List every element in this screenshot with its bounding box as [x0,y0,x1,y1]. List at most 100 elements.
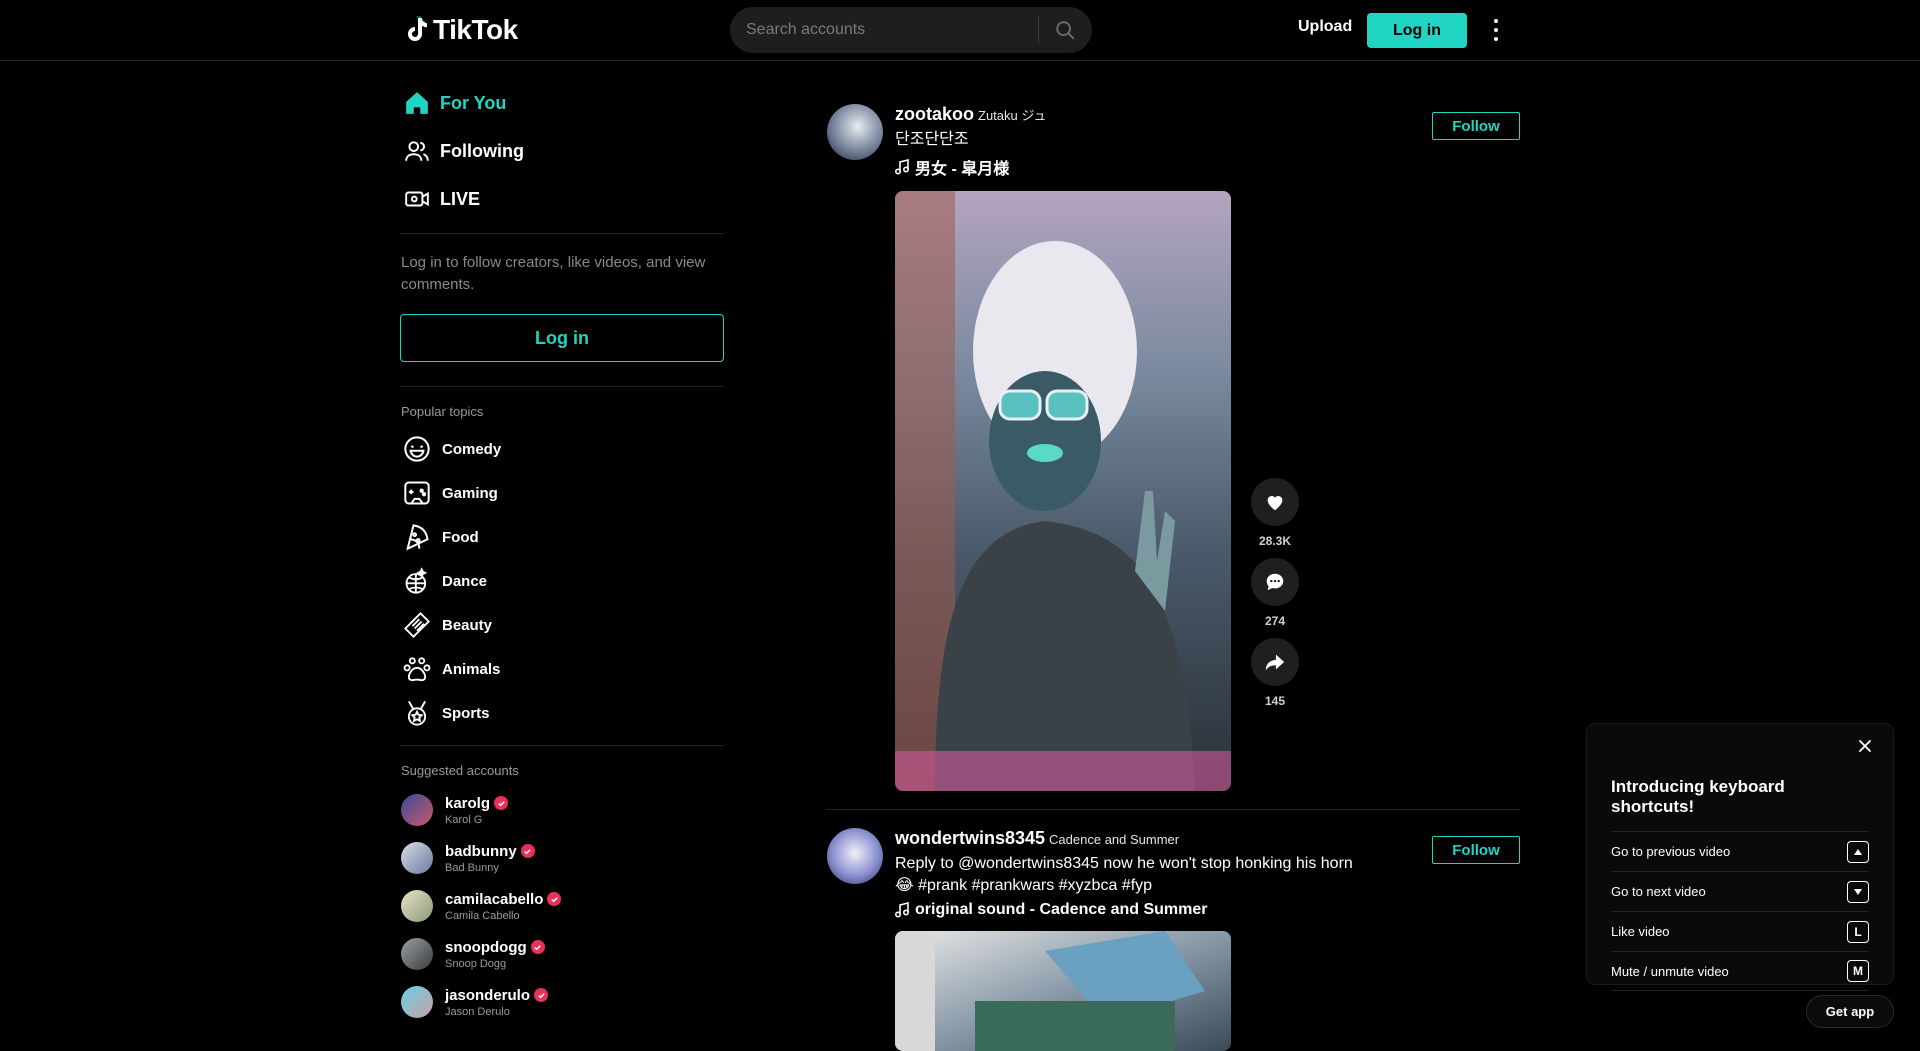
post-description: Reply to @wondertwins8345 now he won't s… [895,855,1353,894]
video-actions: 28.3K 274 145 [1251,478,1299,718]
popular-topics-title: Popular topics [401,404,484,419]
share-icon [1265,654,1285,671]
post-divider [826,809,1520,810]
verified-icon [547,892,562,906]
shortcut-row: Mute / unmute video M [1611,951,1869,991]
sidebar: For You Following LIVE Log in to follow … [400,61,726,1026]
topic-dance[interactable]: Dance [400,559,726,603]
account-username: jasonderulo [445,986,531,1004]
animals-icon [402,654,432,684]
nav-label: LIVE [440,188,481,209]
topic-beauty[interactable]: Beauty [400,603,726,647]
tiktok-logo[interactable]: TikTok [405,14,518,46]
topic-label: Beauty [442,616,493,634]
post-username[interactable]: zootakoo [895,104,974,124]
logo-text: TikTok [433,14,518,45]
follow-button[interactable]: Follow [1432,836,1520,864]
post-nickname: Zutaku ジュ [978,108,1047,123]
topic-label: Sports [442,704,490,722]
shortcut-key: L [1847,920,1869,943]
nav-for-you[interactable]: For You [400,79,726,127]
post-avatar[interactable] [827,828,883,884]
account-badbunny[interactable]: badbunny Bad Bunny [400,834,726,882]
arrow-down-key-icon [1847,880,1869,903]
account-camilacabello[interactable]: camilacabello Camila Cabello [400,882,726,930]
avatar [401,938,433,970]
live-icon [402,184,432,214]
header-login-button[interactable]: Log in [1367,13,1467,48]
post-avatar[interactable] [827,104,883,160]
food-icon [402,522,432,552]
music-title: 男女 - 皐月様 [915,161,1010,178]
top-bar: TikTok Upload Log in [0,0,1920,61]
login-prompt: Log in to follow creators, like videos, … [401,254,706,293]
divider [400,233,724,234]
search-button[interactable] [1039,7,1091,53]
topic-animals[interactable]: Animals [400,647,726,691]
topic-gaming[interactable]: Gaming [400,471,726,515]
like-button[interactable] [1251,478,1299,526]
arrow-up-key-icon [1847,840,1869,863]
account-username: snoopdogg [445,938,527,956]
beauty-icon [402,610,432,640]
account-username: karolg [445,794,491,812]
shortcut-label: Go to previous video [1611,844,1731,859]
video-player[interactable] [895,931,1231,1051]
comment-count: 274 [1264,614,1286,628]
topic-label: Dance [442,572,488,590]
shortcut-row: Go to next video [1611,871,1869,911]
video-player[interactable] [895,191,1231,791]
nav-live[interactable]: LIVE [400,175,726,223]
share-count: 145 [1264,694,1286,708]
post-music[interactable]: 男女 - 皐月様 [895,155,1520,179]
nav-following[interactable]: Following [400,127,726,175]
users-icon [402,136,432,166]
sidebar-login-button[interactable]: Log in [400,314,724,362]
divider [400,745,724,746]
account-snoopdogg[interactable]: snoopdogg Snoop Dogg [400,930,726,978]
shortcuts-title: Introducing keyboard shortcuts! [1611,777,1785,816]
post-username[interactable]: wondertwins8345 [895,828,1045,848]
suggested-accounts-title: Suggested accounts [401,763,519,778]
avatar [401,890,433,922]
shortcut-row: Like video L [1611,911,1869,951]
shortcut-label: Mute / unmute video [1611,963,1729,979]
close-icon[interactable] [1857,738,1873,754]
like-count: 28.3K [1258,534,1292,548]
account-name: Jason Derulo [445,1005,510,1018]
avatar [401,794,433,826]
sports-icon [402,698,432,728]
shortcut-label: Go to next video [1611,884,1706,899]
share-button[interactable] [1251,638,1299,686]
gaming-icon [402,478,432,508]
topic-label: Animals [442,660,501,678]
topic-comedy[interactable]: Comedy [400,427,726,471]
topic-sports[interactable]: Sports [400,691,726,735]
shortcut-label: Like video [1611,924,1670,939]
post-music[interactable]: original sound - Cadence and Summer [895,901,1520,919]
more-options-icon[interactable] [1488,17,1504,43]
account-name: Karol G [445,813,483,826]
get-app-button[interactable]: Get app [1806,995,1894,1028]
topic-label: Gaming [442,484,498,502]
feed-post: Follow zootakoo Zutaku ジュ 단조단단조 男女 - 皐月様 [826,104,1520,791]
verified-icon [534,988,549,1002]
avatar [401,986,433,1018]
post-description: 단조단단조 [895,131,969,148]
topic-food[interactable]: Food [400,515,726,559]
video-thumbnail [895,931,1205,1051]
nav-label: For You [440,92,507,113]
heart-icon [1267,496,1283,511]
keyboard-shortcuts-panel: Introducing keyboard shortcuts! Go to pr… [1587,724,1893,991]
account-username: badbunny [445,842,517,860]
follow-button[interactable]: Follow [1432,112,1520,140]
account-username: camilacabello [445,890,544,908]
search-input[interactable] [730,21,1038,39]
upload-button[interactable]: Upload [1298,18,1352,36]
divider [400,386,724,387]
search-icon [1056,21,1075,40]
account-karolg[interactable]: karolg Karol G [400,786,726,834]
comment-button[interactable] [1251,558,1299,606]
account-jasonderulo[interactable]: jasonderulo Jason Derulo [400,978,726,1026]
account-name: Bad Bunny [445,861,499,874]
